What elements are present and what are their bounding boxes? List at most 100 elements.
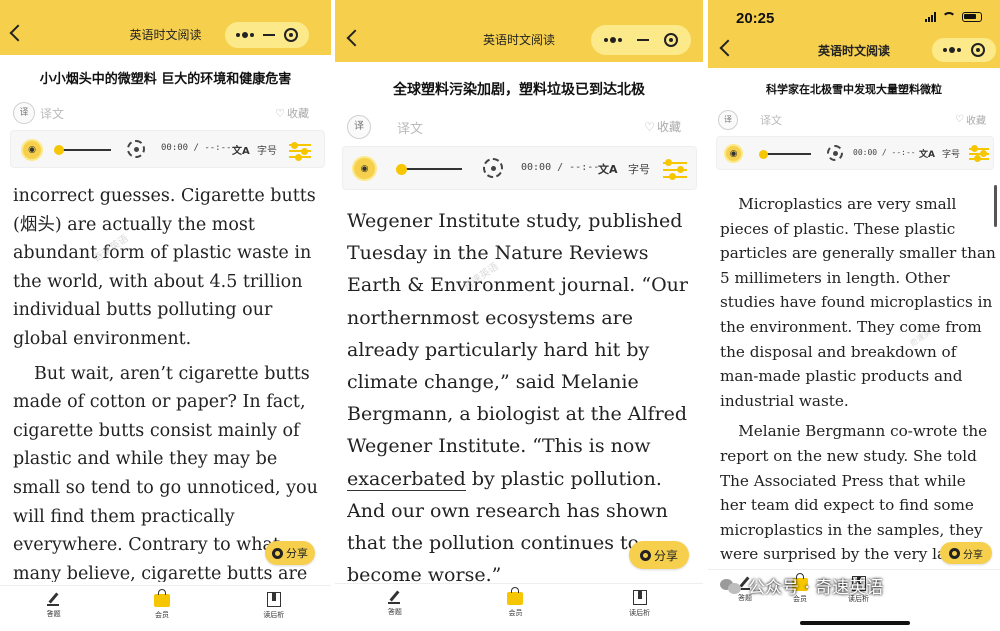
translate-icon[interactable]: 文A [232, 142, 250, 157]
article-body: Microplastics are very small pieces of p… [720, 192, 996, 567]
footer-label: 公众号 · 奇速英语 [748, 578, 884, 598]
progress-knob[interactable] [54, 145, 64, 155]
paragraph: incorrect guesses. Cigarette butts (烟头) … [13, 186, 316, 349]
audio-time: 00:00 / --:-- [161, 143, 232, 153]
audio-player: ◉ 00:00 / --:-- 文A 字号 [10, 130, 325, 168]
share-button[interactable]: 分享 [940, 542, 992, 564]
progress-knob[interactable] [396, 164, 407, 175]
tab-label: 会员 [154, 611, 169, 619]
book-icon [266, 592, 281, 607]
audio-player: ◉ 00:00 / --:-- 文A 字号 [716, 136, 994, 170]
bag-icon [507, 587, 524, 605]
audio-player: ◉ 00:00 / --:-- 文A 字号 [342, 146, 697, 190]
tab-analysis[interactable]: 读后析 [629, 584, 650, 631]
battery-icon [962, 12, 982, 22]
signal-icon [925, 12, 936, 22]
play-icon[interactable]: ◉ [724, 144, 743, 163]
mini-program-capsule[interactable] [225, 22, 309, 48]
paragraph: Microplastics are very small pieces of p… [720, 195, 996, 410]
progress-track[interactable] [399, 168, 462, 170]
highlighted-word[interactable]: exacerbated [347, 467, 466, 491]
status-icons [925, 12, 982, 22]
translation-row: 译 译文 ♡ 收藏 [335, 115, 703, 141]
tab-member[interactable]: 会员 [507, 584, 524, 631]
translate-icon[interactable]: 文A [919, 147, 935, 160]
scrollbar[interactable] [994, 185, 997, 227]
close-target-icon[interactable] [284, 28, 299, 42]
nav-bar: 英语时文阅读 [335, 22, 703, 58]
translation-row: 译 译文 ♡ 收藏 [708, 110, 1000, 132]
article-title: 全球塑料污染加剧，塑料垃圾已到达北极 [393, 82, 645, 98]
footer-watermark: 公众号 · 奇速英语 [720, 573, 883, 598]
status-bar: 20:25 [708, 0, 1000, 36]
heart-icon: ♡ [644, 119, 655, 134]
share-icon [639, 549, 651, 561]
audio-time: 00:00 / --:-- [853, 148, 916, 157]
tab-analysis[interactable]: 读后析 [263, 586, 284, 631]
tab-answer[interactable]: 答题 [46, 586, 61, 631]
audio-time: 00:00 / --:-- [521, 162, 600, 173]
more-icon[interactable] [943, 47, 961, 53]
progress-track[interactable] [57, 149, 111, 151]
translate-icon[interactable]: 文A [598, 161, 618, 177]
more-icon[interactable] [604, 37, 623, 43]
font-size-button[interactable]: 字号 [942, 147, 960, 160]
translation-toggle[interactable]: 译 [13, 102, 35, 124]
phone-screen-1: 英语时文阅读 小小烟头中的微塑料 巨大的环境和健康危害 译 译文 ♡ 收藏 ◉ … [0, 0, 331, 631]
share-button[interactable]: 分享 [265, 541, 315, 565]
tab-label: 会员 [508, 609, 523, 617]
minimize-icon[interactable] [636, 39, 649, 41]
tab-label: 答题 [387, 608, 402, 616]
loop-icon[interactable] [483, 158, 503, 178]
share-label: 分享 [963, 549, 983, 561]
settings-slider-icon[interactable] [663, 159, 687, 180]
share-icon [272, 547, 283, 559]
favorite-label: 收藏 [287, 107, 309, 120]
progress-knob[interactable] [759, 150, 768, 159]
translation-label: 译文 [397, 122, 424, 137]
translation-row: 译 译文 ♡ 收藏 [0, 102, 331, 126]
translation-toggle[interactable]: 译 [347, 115, 371, 139]
tab-member[interactable]: 会员 [153, 586, 170, 631]
font-size-button[interactable]: 字号 [257, 142, 277, 157]
article-title: 小小烟头中的微塑料 巨大的环境和健康危害 [39, 72, 292, 87]
more-icon[interactable] [235, 32, 254, 38]
bag-icon [153, 589, 170, 607]
tab-bar: 答题 会员 读后析 [335, 583, 703, 631]
play-icon[interactable]: ◉ [352, 156, 377, 181]
play-icon[interactable]: ◉ [21, 139, 43, 161]
nav-bar: 英语时文阅读 [0, 18, 331, 54]
pen-icon [387, 590, 402, 604]
settings-slider-icon[interactable] [969, 145, 989, 162]
wifi-icon [942, 12, 956, 22]
loop-icon[interactable] [127, 140, 145, 158]
tab-label: 读后析 [263, 611, 285, 619]
article-title: 科学家在北极雪中发现大量塑料微粒 [766, 83, 942, 96]
loop-icon[interactable] [827, 145, 843, 161]
tab-label: 读后析 [629, 609, 651, 617]
phone-screen-3: 20:25 英语时文阅读 科学家在北极雪中发现大量塑料微粒 译 译文 ♡ 收藏 … [708, 0, 1000, 631]
tab-answer[interactable]: 答题 [387, 584, 402, 631]
translation-toggle[interactable]: 译 [718, 110, 738, 130]
share-button[interactable]: 分享 [629, 541, 689, 569]
translation-label: 译文 [40, 107, 65, 121]
text-before-highlight: Wegener Institute study, published Tuesd… [347, 210, 688, 458]
minimize-icon[interactable] [262, 34, 275, 36]
favorite-button[interactable]: ♡ 收藏 [275, 105, 309, 121]
progress-track[interactable] [761, 153, 811, 155]
pen-icon [46, 592, 61, 606]
favorite-button[interactable]: ♡ 收藏 [644, 118, 681, 135]
close-target-icon[interactable] [663, 33, 678, 47]
settings-slider-icon[interactable] [289, 141, 311, 161]
favorite-label: 收藏 [656, 120, 681, 134]
article-body: incorrect guesses. Cigarette butts (烟头) … [13, 182, 325, 582]
close-target-icon[interactable] [971, 43, 985, 57]
favorite-label: 收藏 [966, 116, 986, 127]
favorite-button[interactable]: ♡ 收藏 [955, 112, 986, 127]
tab-label: 答题 [46, 610, 61, 618]
phone-screen-2: 英语时文阅读 全球塑料污染加剧，塑料垃圾已到达北极 译 译文 ♡ 收藏 ◉ 00… [335, 0, 703, 631]
font-size-button[interactable]: 字号 [628, 161, 650, 177]
mini-program-capsule[interactable] [932, 38, 996, 62]
mini-program-capsule[interactable] [591, 25, 691, 55]
heart-icon: ♡ [275, 106, 285, 120]
